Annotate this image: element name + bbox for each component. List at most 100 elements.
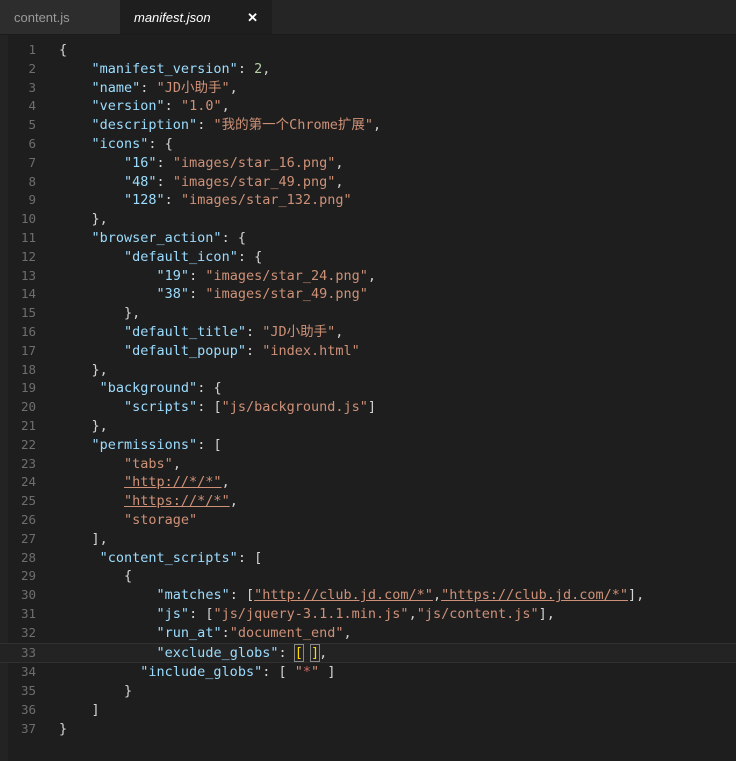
code-line-text[interactable]: "48": "images/star_49.png", bbox=[44, 173, 736, 192]
line-number: 21 bbox=[20, 417, 36, 433]
code-line[interactable]: 13 "19": "images/star_24.png", bbox=[0, 267, 736, 286]
code-line-text[interactable]: "tabs", bbox=[44, 455, 736, 474]
line-number: 10 bbox=[20, 211, 36, 227]
line-number: 35 bbox=[20, 683, 36, 699]
code-line[interactable]: 21 }, bbox=[0, 417, 736, 436]
code-line-text[interactable]: "128": "images/star_132.png" bbox=[44, 191, 736, 210]
code-line[interactable]: 30 "matches": ["http://club.jd.com/*","h… bbox=[0, 586, 736, 605]
close-icon[interactable]: ✕ bbox=[247, 11, 258, 24]
line-number: 2 bbox=[28, 60, 36, 76]
code-line-text[interactable]: ] bbox=[44, 701, 736, 720]
code-line[interactable]: 8 "48": "images/star_49.png", bbox=[0, 173, 736, 192]
tab-label: content.js bbox=[14, 9, 70, 25]
code-line-text[interactable]: }, bbox=[44, 304, 736, 323]
code-line[interactable]: 23 "tabs", bbox=[0, 455, 736, 474]
code-line-text[interactable]: "matches": ["http://club.jd.com/*","http… bbox=[44, 586, 736, 605]
tab-manifest-json[interactable]: manifest.json ✕ bbox=[120, 0, 272, 34]
code-line[interactable]: 20 "scripts": ["js/background.js"] bbox=[0, 398, 736, 417]
line-number: 24 bbox=[20, 474, 36, 490]
tab-bar-empty-space bbox=[272, 0, 736, 34]
code-line-text[interactable]: { bbox=[44, 41, 736, 60]
code-line[interactable]: 22 "permissions": [ bbox=[0, 436, 736, 455]
code-line-text[interactable]: }, bbox=[44, 210, 736, 229]
line-number: 9 bbox=[28, 192, 36, 208]
code-line[interactable]: 12 "default_icon": { bbox=[0, 248, 736, 267]
code-line-text[interactable]: "permissions": [ bbox=[44, 436, 736, 455]
code-line-text[interactable]: "description": "我的第一个Chrome扩展", bbox=[44, 116, 736, 135]
code-line-text[interactable]: "exclude_globs": [ ], bbox=[44, 643, 736, 663]
line-number: 37 bbox=[20, 720, 36, 736]
code-line-text[interactable]: "icons": { bbox=[44, 135, 736, 154]
code-line[interactable]: 28 "content_scripts": [ bbox=[0, 549, 736, 568]
line-number: 17 bbox=[20, 342, 36, 358]
code-line[interactable]: 37} bbox=[0, 720, 736, 739]
code-line[interactable]: 16 "default_title": "JD小助手", bbox=[0, 323, 736, 342]
code-line[interactable]: 29 { bbox=[0, 567, 736, 586]
code-line-text[interactable]: "run_at":"document_end", bbox=[44, 624, 736, 643]
code-line-text[interactable]: ], bbox=[44, 530, 736, 549]
line-number: 7 bbox=[28, 154, 36, 170]
code-line-text[interactable]: "19": "images/star_24.png", bbox=[44, 267, 736, 286]
code-line-text[interactable]: "js": ["js/jquery-3.1.1.min.js","js/cont… bbox=[44, 605, 736, 624]
line-number: 27 bbox=[20, 530, 36, 546]
code-line-text[interactable]: "https://*/*", bbox=[44, 492, 736, 511]
code-line-text[interactable]: "storage" bbox=[44, 511, 736, 530]
code-line[interactable]: 19 "background": { bbox=[0, 379, 736, 398]
line-number: 20 bbox=[20, 399, 36, 415]
code-line-text[interactable]: "background": { bbox=[44, 379, 736, 398]
code-line[interactable]: 3 "name": "JD小助手", bbox=[0, 79, 736, 98]
code-line[interactable]: 7 "16": "images/star_16.png", bbox=[0, 154, 736, 173]
code-line[interactable]: 27 ], bbox=[0, 530, 736, 549]
code-line-text[interactable]: }, bbox=[44, 361, 736, 380]
code-line[interactable]: 35 } bbox=[0, 682, 736, 701]
code-line[interactable]: 32 "run_at":"document_end", bbox=[0, 624, 736, 643]
code-editor[interactable]: 1{2 "manifest_version": 2, 3 "name": "JD小… bbox=[0, 35, 736, 761]
code-line-text[interactable]: "browser_action": { bbox=[44, 229, 736, 248]
code-line-text[interactable]: "scripts": ["js/background.js"] bbox=[44, 398, 736, 417]
code-line[interactable]: 24 "http://*/*", bbox=[0, 473, 736, 492]
code-line[interactable]: 25 "https://*/*", bbox=[0, 492, 736, 511]
code-line[interactable]: 36 ] bbox=[0, 701, 736, 720]
code-line-text[interactable]: "default_icon": { bbox=[44, 248, 736, 267]
code-line[interactable]: 18 }, bbox=[0, 361, 736, 380]
code-line-text[interactable]: "content_scripts": [ bbox=[44, 549, 736, 568]
editor-tab-bar: content.js manifest.json ✕ bbox=[0, 0, 736, 35]
code-line[interactable]: 2 "manifest_version": 2, bbox=[0, 60, 736, 79]
code-line[interactable]: 26 "storage" bbox=[0, 511, 736, 530]
code-line-text[interactable]: "manifest_version": 2, bbox=[44, 60, 736, 79]
code-line-text[interactable]: "include_globs": [ "*" ] bbox=[44, 663, 736, 682]
code-line[interactable]: 10 }, bbox=[0, 210, 736, 229]
tab-content-js[interactable]: content.js bbox=[0, 0, 120, 34]
code-line[interactable]: 34 "include_globs": [ "*" ] bbox=[0, 663, 736, 682]
code-line[interactable]: 4 "version": "1.0", bbox=[0, 97, 736, 116]
line-number: 25 bbox=[20, 493, 36, 509]
code-line[interactable]: 1{ bbox=[0, 41, 736, 60]
code-line-text[interactable]: "name": "JD小助手", bbox=[44, 79, 736, 98]
code-line-text[interactable]: "version": "1.0", bbox=[44, 97, 736, 116]
code-line[interactable]: 15 }, bbox=[0, 304, 736, 323]
code-line[interactable]: 17 "default_popup": "index.html" bbox=[0, 342, 736, 361]
code-line[interactable]: 6 "icons": { bbox=[0, 135, 736, 154]
code-lines-container[interactable]: 1{2 "manifest_version": 2, 3 "name": "JD小… bbox=[0, 35, 736, 738]
code-line-text[interactable]: "16": "images/star_16.png", bbox=[44, 154, 736, 173]
code-line-text[interactable]: "http://*/*", bbox=[44, 473, 736, 492]
code-line-text[interactable]: "38": "images/star_49.png" bbox=[44, 285, 736, 304]
code-line-text[interactable]: { bbox=[44, 567, 736, 586]
line-number: 31 bbox=[20, 605, 36, 621]
line-number: 34 bbox=[20, 664, 36, 680]
code-line[interactable]: 5 "description": "我的第一个Chrome扩展", bbox=[0, 116, 736, 135]
code-line[interactable]: 14 "38": "images/star_49.png" bbox=[0, 285, 736, 304]
line-number: 4 bbox=[28, 98, 36, 114]
line-number: 5 bbox=[28, 117, 36, 133]
code-line[interactable]: 31 "js": ["js/jquery-3.1.1.min.js","js/c… bbox=[0, 605, 736, 624]
code-line-text[interactable]: } bbox=[44, 682, 736, 701]
line-number: 33 bbox=[20, 644, 36, 660]
code-line-text[interactable]: "default_title": "JD小助手", bbox=[44, 323, 736, 342]
code-line-text[interactable]: }, bbox=[44, 417, 736, 436]
code-line[interactable]: 11 "browser_action": { bbox=[0, 229, 736, 248]
code-line[interactable]: 33 "exclude_globs": [ ], bbox=[0, 642, 736, 664]
code-line-text[interactable]: } bbox=[44, 720, 736, 739]
code-line-text[interactable]: "default_popup": "index.html" bbox=[44, 342, 736, 361]
line-number: 26 bbox=[20, 511, 36, 527]
code-line[interactable]: 9 "128": "images/star_132.png" bbox=[0, 191, 736, 210]
